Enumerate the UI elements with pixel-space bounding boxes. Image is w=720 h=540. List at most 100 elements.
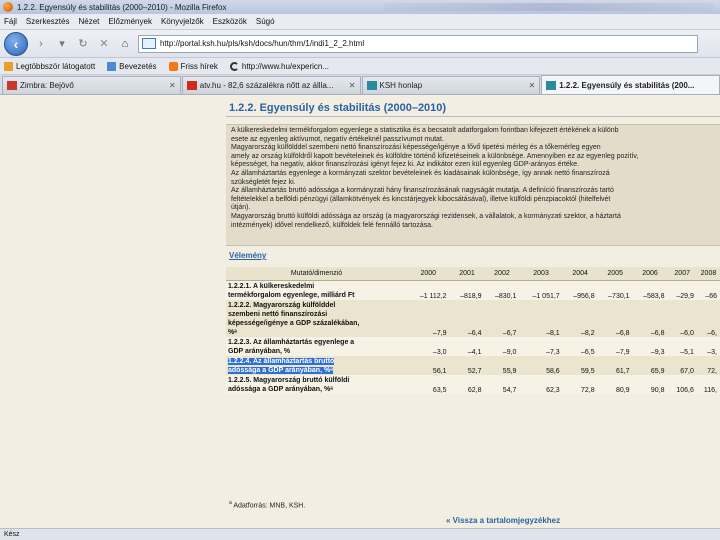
table-cell: 63,5 [407, 374, 450, 394]
summary-line: szükségletét fejez ki. [231, 178, 296, 186]
page-content: 1.2.2. Egyensúly és stabilitás (2000–201… [0, 96, 720, 528]
close-icon[interactable]: ✕ [169, 81, 176, 90]
firefox-logo-icon [3, 2, 13, 12]
table-cell: 106,6 [667, 374, 697, 394]
home-icon: ⌂ [121, 37, 129, 50]
window-titlebar: 1.2.2. Egyensúly és stabilitás (2000–201… [0, 0, 720, 14]
forward-button[interactable]: › [33, 35, 49, 53]
column-header: 2007 [667, 267, 697, 281]
column-header: 2003 [519, 267, 563, 281]
table-cell: 65,9 [632, 355, 668, 375]
summary-line: Magyarország bruttó külföldi adóssága az… [231, 212, 621, 220]
table-cell: –956,8 [562, 280, 598, 300]
feedback-link[interactable]: Vélemény [229, 251, 266, 260]
rss-icon [168, 61, 178, 71]
url-text[interactable]: http://portal.ksh.hu/pls/ksh/docs/hun/th… [160, 39, 364, 48]
footnote-mark: a [229, 500, 232, 506]
tab-egyensuly[interactable]: 1.2.2. Egyensúly és stabilitás (200... [541, 75, 720, 94]
column-header: 2000 [407, 267, 450, 281]
tab-zimbra[interactable]: Zimbra: Bejövő ✕ [2, 76, 181, 94]
reload-button[interactable]: ↻ [75, 35, 91, 53]
blurred-region [384, 3, 714, 11]
menu-bookmarks[interactable]: Könyvjelzők [161, 17, 204, 26]
table-row: 1.2.2.3. Az államháztartás egyenlege a GD… [226, 336, 720, 356]
atv-icon [186, 81, 197, 90]
bookmark-item[interactable]: Legtöbbször látogatott [4, 61, 96, 71]
table-cell: –818,9 [449, 280, 485, 300]
column-header: 2002 [484, 267, 520, 281]
close-icon: ✕ [99, 38, 109, 50]
indicator-label[interactable]: 1.2.2.4. Az államháztartás bruttó adósság… [226, 355, 407, 375]
back-button[interactable]: ‹ [4, 31, 28, 56]
menu-edit[interactable]: Szerkesztés [26, 17, 70, 26]
column-header: 2006 [632, 267, 668, 281]
page-icon [107, 61, 117, 71]
summary-line: Az államháztartás bruttó adóssága a korm… [231, 187, 614, 195]
tab-title: Zimbra: Bejövő [20, 81, 74, 90]
table-cell: –6,4 [449, 299, 485, 337]
tab-title: KSH honlap [379, 81, 423, 90]
history-dropdown[interactable]: ▾ [54, 35, 70, 53]
tab-ksh-honlap[interactable]: KSH honlap ✕ [361, 76, 541, 94]
bookmark-label: Legtöbbször látogatott [16, 61, 96, 71]
stop-button[interactable]: ✕ [96, 35, 112, 53]
tab-atv[interactable]: atv.hu - 82,6 százalékra nőtt az állla..… [181, 76, 361, 94]
site-identity-icon[interactable] [142, 38, 156, 49]
bookmark-label: Friss hírek [180, 61, 218, 71]
summary-line: Az államháztartás egyenlege a kormányzat… [231, 169, 610, 177]
menu-tools[interactable]: Eszközök [213, 17, 247, 26]
indicator-label[interactable]: 1.2.2.5. Magyarország bruttó külföldi adó… [226, 374, 407, 394]
indicator-label[interactable]: 1.2.2.2. Magyarország külfölddel szembeni… [226, 299, 407, 337]
tab-strip: Zimbra: Bejövő ✕ atv.hu - 82,6 százalékra… [0, 75, 720, 95]
table-row: 1.2.2.5. Magyarország bruttó külföldi adó… [226, 374, 720, 394]
summary-line: útján). [231, 204, 251, 212]
table-row: 1.2.2.2. Magyarország külfölddel szembeni… [226, 299, 720, 337]
indicator-label[interactable]: 1.2.2.3. Az államháztartás egyenlege a GD… [226, 336, 407, 356]
close-icon[interactable]: ✕ [529, 81, 536, 90]
table-cell: –1 112,2 [407, 280, 450, 300]
menu-view[interactable]: Nézet [78, 17, 99, 26]
indicator-label[interactable]: 1.2.2.1. A külkereskedelmi termékforgalom… [226, 280, 407, 300]
menu-bar: Fájl Szerkesztés Nézet Előzmények Könyvj… [0, 14, 720, 30]
zimbra-icon [7, 81, 17, 90]
table-cell: 116, [696, 374, 720, 394]
summary-line: képességet, ha negatív, akkor finanszíro… [231, 161, 580, 169]
navigation-toolbar: ‹ › ▾ ↻ ✕ ⌂ http://portal.ksh.hu/pls/ksh… [0, 30, 720, 58]
table-cell: 72,8 [562, 374, 598, 394]
bookmark-item[interactable]: http://www.hu/expericn... [229, 61, 329, 71]
footnote-text: Adatforrás: MNB, KSH. [233, 502, 306, 510]
table-cell: –66 [696, 280, 720, 300]
menu-history[interactable]: Előzmények [108, 17, 152, 26]
summary-line: esete az egyenleg aktívumot, negatív ért… [231, 135, 444, 143]
table-cell: 67,0 [667, 355, 697, 375]
table-cell: –583,8 [632, 280, 668, 300]
table-cell: –6,5 [562, 336, 598, 356]
bookmarks-toolbar: Legtöbbször látogatott Bevezetés Friss h… [0, 58, 720, 75]
table-cell: –6,7 [484, 299, 520, 337]
table-cell: –8,2 [562, 299, 598, 337]
close-icon[interactable]: ✕ [349, 81, 356, 90]
bookmark-label: Bevezetés [119, 61, 157, 71]
address-bar[interactable]: http://portal.ksh.hu/pls/ksh/docs/hun/th… [138, 34, 698, 53]
table-cell: 54,7 [484, 374, 520, 394]
bookmark-item[interactable]: Friss hírek [168, 61, 218, 71]
ksh-icon [366, 81, 377, 90]
home-button[interactable]: ⌂ [117, 35, 133, 53]
table-cell: 52,7 [449, 355, 485, 375]
bookmark-item[interactable]: Bevezetés [107, 61, 157, 71]
table-cell: 58,6 [519, 355, 563, 375]
chevron-down-icon: ▾ [59, 38, 65, 50]
menu-help[interactable]: Súgó [256, 17, 275, 26]
menu-file[interactable]: Fájl [4, 17, 17, 26]
table-cell: –5,1 [667, 336, 697, 356]
table-cell: 90,8 [632, 374, 668, 394]
table-cell: –9,0 [484, 336, 520, 356]
table-cell: –7,9 [597, 336, 633, 356]
table-cell: –730,1 [597, 280, 633, 300]
summary-line: Magyarország külfölddel szembeni nettó f… [231, 144, 601, 152]
back-to-contents-link[interactable]: « Vissza a tartalomjegyzékhez [446, 516, 560, 525]
table-cell: –7,3 [519, 336, 563, 356]
footnote: a Adatforrás: MNB, KSH. [229, 500, 305, 509]
table-cell: –3, [696, 336, 720, 356]
summary-line: A külkereskedelmi termékforgalom egyenle… [231, 127, 619, 134]
